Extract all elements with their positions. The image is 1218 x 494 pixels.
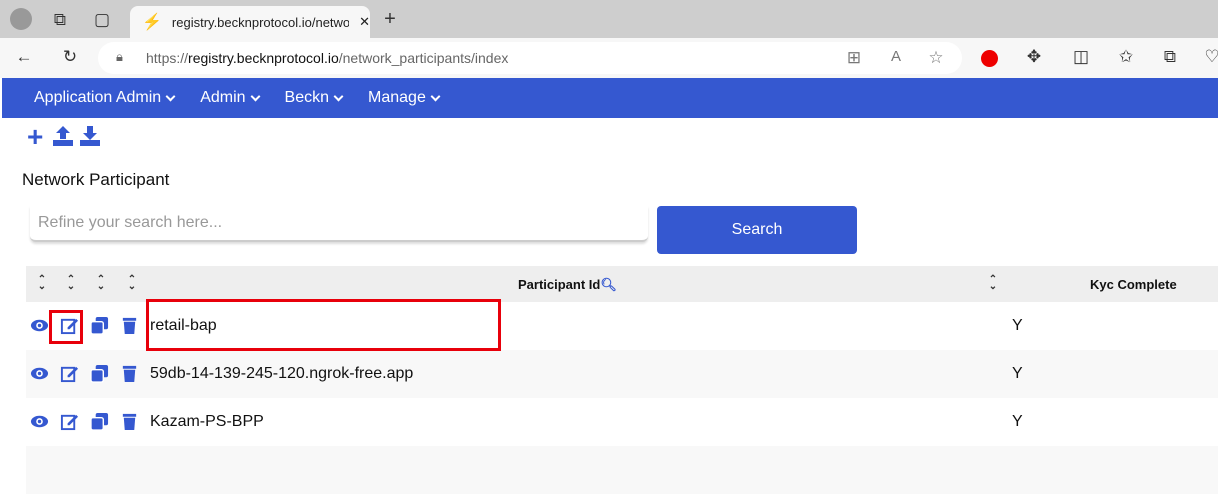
browser-tab[interactable]: ⚡ registry.becknprotocol.io/network_part… xyxy=(130,6,370,38)
view-eye-icon[interactable] xyxy=(30,412,49,431)
favorite-star-icon[interactable]: ☆ xyxy=(924,48,948,68)
address-bar-row: ← ↻ 🔒︎ https://registry.becknprotocol.io… xyxy=(0,38,1218,78)
sort-icon[interactable]: ⌃ ⌄ xyxy=(65,275,77,292)
nav-admin[interactable]: Admin xyxy=(200,89,260,107)
nav-manage[interactable]: Manage xyxy=(368,89,441,107)
table-row: Kazam-PS-BPP Y xyxy=(26,398,1218,446)
nav-label: Beckn xyxy=(284,89,330,106)
tab-title: registry.becknprotocol.io/network_partic… xyxy=(171,14,350,30)
kyc-complete-cell: Y xyxy=(1012,317,1023,334)
search-icon[interactable]: 🔍︎ xyxy=(600,277,617,292)
url-scheme: https:// xyxy=(146,50,189,66)
table-row: 59db-14-139-245-120.ngrok-free.app Y xyxy=(26,350,1218,398)
delete-trash-icon[interactable] xyxy=(120,364,139,383)
chevron-down-icon xyxy=(430,91,441,101)
health-icon[interactable]: ♡ xyxy=(1200,47,1218,67)
chevron-down-icon xyxy=(333,91,344,101)
column-label: Participant Id xyxy=(518,277,601,292)
profile-avatar-icon[interactable] xyxy=(10,8,32,30)
collections-icon[interactable]: ⧉ xyxy=(1158,47,1182,67)
sort-icon[interactable]: ⌃ ⌄ xyxy=(95,275,107,292)
nav-label: Manage xyxy=(368,89,426,106)
search-button[interactable]: Search xyxy=(657,206,857,254)
tab-actions-icon[interactable]: ▢ xyxy=(90,10,114,30)
sort-icon[interactable]: ⌃ ⌄ xyxy=(126,275,138,292)
split-screen-icon[interactable]: ◫ xyxy=(1069,47,1093,67)
copy-icon[interactable] xyxy=(90,364,109,383)
url-field[interactable]: 🔒︎ https://registry.becknprotocol.io/net… xyxy=(98,42,962,74)
participant-id-cell: Kazam-PS-BPP xyxy=(150,413,264,430)
sort-icon[interactable]: ⌃ ⌄ xyxy=(987,275,999,292)
adblock-extension-icon[interactable] xyxy=(981,50,998,67)
chevron-down-icon xyxy=(250,91,260,101)
delete-trash-icon[interactable] xyxy=(120,412,139,431)
bolt-favicon-icon: ⚡ xyxy=(142,14,162,31)
delete-trash-icon[interactable] xyxy=(120,316,139,335)
new-tab-icon[interactable]: + xyxy=(378,8,402,31)
view-eye-icon[interactable] xyxy=(30,316,49,335)
back-icon[interactable]: ← xyxy=(12,47,36,67)
browser-tab-bar: ⧉ ▢ ⚡ registry.becknprotocol.io/network_… xyxy=(0,0,1218,38)
workspaces-icon[interactable]: ⧉ xyxy=(48,10,72,30)
column-kyc-complete[interactable]: Kyc Complete xyxy=(1090,277,1177,292)
kyc-complete-cell: Y xyxy=(1012,365,1023,382)
view-eye-icon[interactable] xyxy=(30,364,49,383)
table-row-partial xyxy=(26,446,1218,494)
refresh-icon[interactable]: ↻ xyxy=(58,47,82,67)
edit-icon[interactable] xyxy=(60,364,79,383)
copy-icon[interactable] xyxy=(90,316,109,335)
kyc-complete-cell: Y xyxy=(1012,413,1023,430)
copy-icon[interactable] xyxy=(90,412,109,431)
url-host: registry.becknprotocol.io xyxy=(188,50,339,66)
column-participant-id[interactable]: Participant Id🔍︎ xyxy=(518,277,617,293)
app-available-icon[interactable]: ⊞ xyxy=(842,48,866,68)
participant-highlight-box xyxy=(146,299,501,351)
participant-id-cell: 59db-14-139-245-120.ngrok-free.app xyxy=(150,365,414,382)
chevron-down-icon xyxy=(165,91,176,101)
nav-label: Admin xyxy=(200,89,246,106)
nav-application-admin[interactable]: Application Admin xyxy=(34,89,176,107)
add-icon[interactable]: + xyxy=(27,123,43,151)
lock-icon: 🔒︎ xyxy=(116,49,123,64)
url-path: /network_participants/index xyxy=(338,50,509,66)
upload-icon[interactable] xyxy=(53,126,73,146)
page-title: Network Participant xyxy=(22,170,170,189)
sort-icon[interactable]: ⌃ ⌄ xyxy=(36,275,48,292)
download-icon[interactable] xyxy=(80,126,100,146)
favorites-icon[interactable]: ✩ xyxy=(1114,47,1138,67)
main-nav: Application Admin Admin Beckn Manage xyxy=(2,78,1218,118)
edit-highlight-box xyxy=(49,310,83,344)
search-input[interactable] xyxy=(30,206,648,242)
nav-beckn[interactable]: Beckn xyxy=(284,89,344,107)
close-tab-icon[interactable]: ✕ xyxy=(359,14,370,30)
nav-label: Application Admin xyxy=(34,89,162,106)
edit-icon[interactable] xyxy=(60,412,79,431)
extensions-icon[interactable]: ✥ xyxy=(1022,47,1046,67)
table-header: ⌃ ⌄ ⌃ ⌄ ⌃ ⌄ ⌃ ⌄ Participant Id🔍︎ ⌃ ⌄ Kyc Comp… xyxy=(26,266,1218,302)
read-aloud-icon[interactable]: A xyxy=(884,48,908,65)
